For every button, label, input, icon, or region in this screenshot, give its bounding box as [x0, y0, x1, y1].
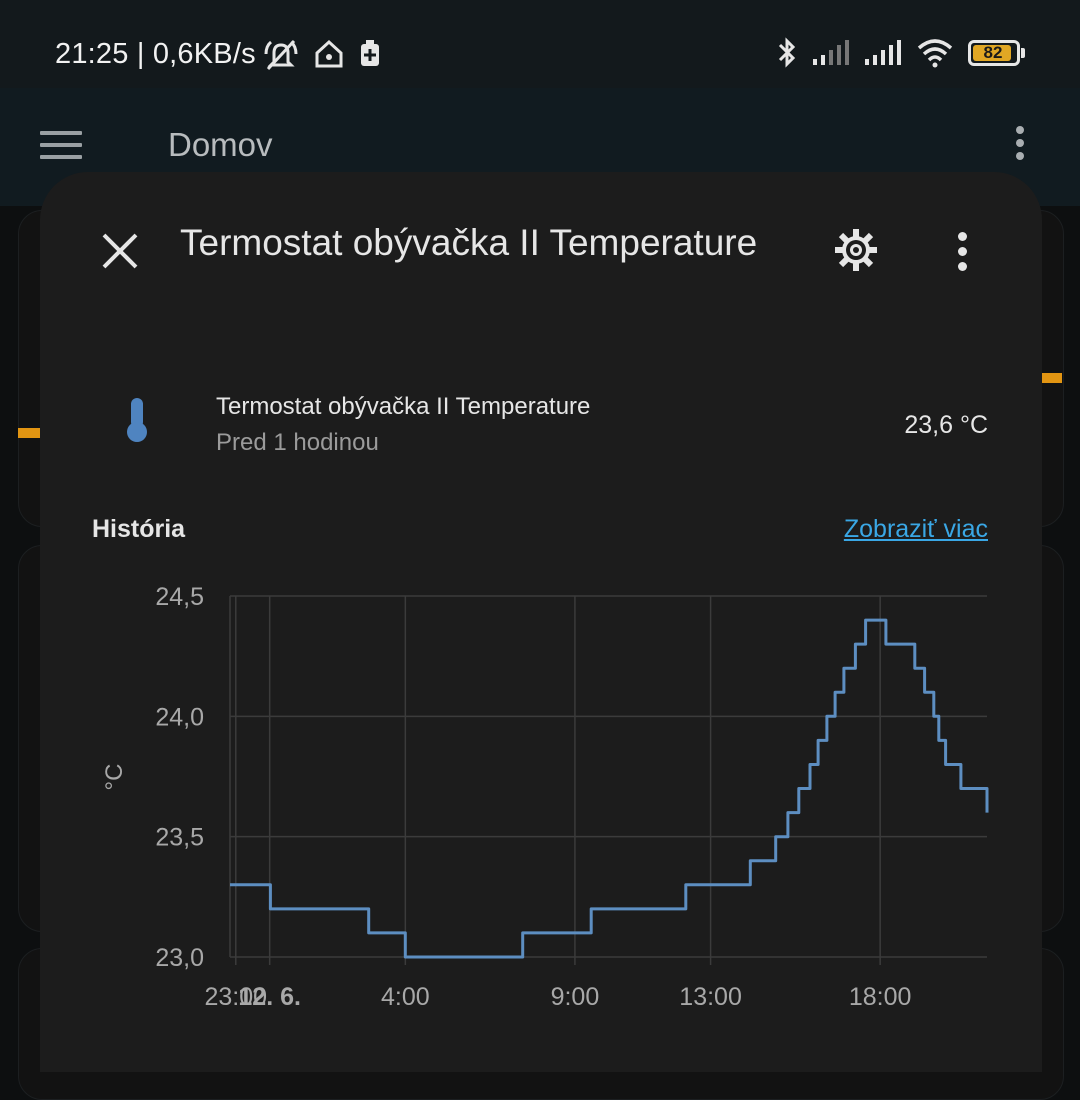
- temperature-series-line: [230, 618, 989, 959]
- y-tick-label: 23,0: [155, 944, 204, 972]
- x-tick-label: 18:00: [849, 983, 912, 1011]
- y-tick-label: 24,0: [155, 703, 204, 731]
- y-tick-label: 24,5: [155, 583, 204, 611]
- y-axis-label: °C: [101, 764, 128, 791]
- x-tick-label: 13:00: [679, 983, 742, 1011]
- history-chart: 24,524,023,523,023:0012. 6. 4:00 9:00 13:00…: [101, 583, 989, 1011]
- x-tick-label: 4:00: [381, 983, 430, 1011]
- x-tick-label: 9:00: [551, 983, 600, 1011]
- x-tick-label: 12. 6.: [238, 983, 301, 1011]
- y-tick-label: 23,5: [155, 824, 204, 852]
